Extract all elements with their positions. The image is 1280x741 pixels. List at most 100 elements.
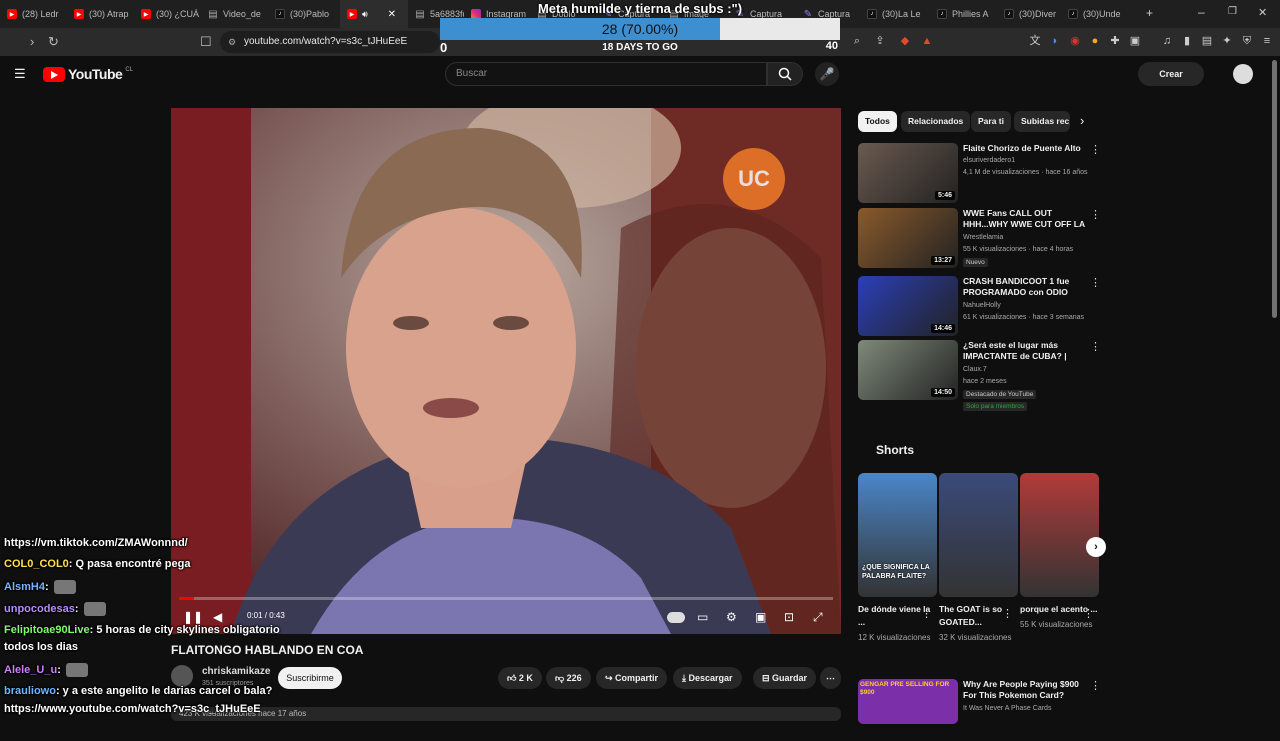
save-label: Guardar [772,673,808,683]
voice-search-button[interactable]: 🎤 [815,62,839,86]
close-tab-icon[interactable]: ✕ [388,9,396,20]
more-icon[interactable]: ⋮ [1090,276,1101,289]
more-icon[interactable]: ⋮ [1090,340,1101,353]
vpn-icon[interactable]: ⛨ [1240,34,1254,48]
share-button[interactable]: ↪ Compartir [596,667,668,689]
chat-emote-icon [65,663,88,677]
cast-icon[interactable]: ⊡ [784,610,794,624]
menu-icon[interactable]: ≡ [1260,34,1274,48]
video-meta: hace 2 meses [963,378,1007,385]
chat-text: : Q pasa encontré pega [68,558,191,570]
browser-tab[interactable]: ♪ Phillies A [930,0,997,28]
more-icon[interactable]: ⋮ [1090,208,1101,221]
browser-tab[interactable]: ▶ (30) ¿CUÁ [134,0,201,28]
video-title: Why Are People Paying $900 For This Poke… [963,679,1079,700]
chat-username: brauliowo [4,685,56,697]
download-button[interactable]: ⤓ Descargar [673,667,742,689]
browser-tab[interactable]: ▶ 🔊︎ ✕ [340,0,408,28]
autoplay-toggle[interactable] [667,612,685,623]
browser-tab[interactable]: ♪ (30)Pablo [268,0,340,28]
chat-message: COL0_COL0: Q pasa encontré pega [4,558,190,570]
short-card[interactable]: The GOAT is so GOATED... 32 K visualizaci… [939,473,1018,644]
browser-tab[interactable]: ♪ (30)La Le [860,0,930,28]
recommended-video[interactable]: 14:46 CRASH BANDICOOT 1 fue PROGRAMADO co… [858,276,1101,338]
short-thumbnail [1020,473,1099,597]
page-scrollbar[interactable] [1272,60,1277,318]
chat-message: brauliowo: y a este angelito le darias c… [4,685,272,697]
settings-icon[interactable]: ⚙ [726,610,737,624]
sidebar-icon[interactable]: ▮ [1180,34,1194,48]
more-icon[interactable]: ⋮ [921,607,932,620]
audio-extension-icon[interactable]: ◗ [1048,34,1062,48]
user-avatar[interactable] [1233,64,1253,84]
extension-icon[interactable]: ● [1088,34,1102,48]
save-button[interactable]: ⊟ Guardar [753,667,817,689]
chevron-right-icon[interactable]: › [1080,113,1084,128]
chip-subidas-recientes[interactable]: Subidas rec [1014,111,1070,132]
goal-progress-bar: 28 (70.00%) [440,18,840,40]
search-input[interactable]: Buscar [445,62,767,86]
recommended-video[interactable]: 14:50 ¿Será este el lugar más IMPACTANTE … [858,340,1101,411]
chat-username: COL0_COL0 [4,558,69,570]
like-button[interactable]: 👍︎ 2 K [498,667,542,689]
recommended-video[interactable]: 5:46 Flaite Chorizo de Puente Alto elsuriv… [858,143,1101,205]
short-card[interactable]: ¿QUE SIGNIFICA LA PALABRA FLAITE? De dónd… [858,473,937,644]
chip-relacionados[interactable]: Relacionados [901,111,971,132]
zoom-icon[interactable]: ⌕ [850,34,864,48]
miniplayer-icon[interactable]: ▣ [755,610,766,624]
subtitles-icon[interactable]: ▭ [697,610,708,624]
more-actions-button[interactable]: ⋯ [820,667,841,689]
music-icon[interactable]: ♫ [1160,34,1174,48]
site-info-icon[interactable]: ⚙ [228,31,236,53]
browser-tab[interactable]: ▶ (28) Ledr [0,0,67,28]
screenshot-icon[interactable]: ▣ [1128,34,1142,48]
browser-tab[interactable]: ♪ (30)Unde [1061,0,1131,28]
tab-label: Video_de [223,9,261,19]
reload-icon[interactable]: ↻ [48,34,59,50]
chat-username: unpocodesas [4,602,75,615]
new-tab-icon[interactable]: + [1146,6,1153,20]
goal-value: 28 (70.00%) [601,21,679,37]
recommended-video[interactable]: 13:27 WWE Fans CALL OUT HHH...WHY WWE CUT… [858,208,1101,270]
browser-tab[interactable]: ♪ (30)Diver [997,0,1061,28]
chip-todos[interactable]: Todos [858,111,897,132]
maximize-icon[interactable]: ❐ [1228,6,1237,17]
more-icon[interactable]: ⋮ [1090,143,1101,156]
more-icon[interactable]: ⋮ [1083,607,1094,620]
tab-label: (30) Atrap [89,9,129,19]
more-icon[interactable]: ⋮ [1002,607,1013,620]
url-field[interactable]: ⚙ youtube.com/watch?v=s3c_tJHuEeE [220,31,440,53]
wallet-icon[interactable]: ▤ [1200,34,1214,48]
speaker-icon[interactable]: 🔊︎ [362,9,368,20]
create-button[interactable]: Crear [1138,62,1204,86]
more-icon[interactable]: ⋮ [1090,679,1101,692]
browser-tab[interactable]: ▤ Video_de [201,0,268,28]
fullscreen-icon[interactable]: ⤢ [813,610,823,625]
bookmark-icon[interactable]: ☐ [200,34,212,50]
microphone-icon: 🎤 [819,67,835,81]
leo-icon[interactable]: ✦ [1220,34,1234,48]
video-title: CRASH BANDICOOT 1 fue PROGRAMADO con ODI… [963,276,1070,297]
search-button[interactable] [767,62,803,86]
chat-username: Alele_U_u [4,663,58,676]
minimize-icon[interactable]: – [1198,5,1205,19]
shorts-next-button[interactable]: › [1086,537,1106,557]
youtube-logo[interactable]: YouTube CL [43,66,133,82]
rewards-icon[interactable]: ▲ [920,34,934,48]
chat-message: https://vm.tiktok.com/ZMAWonnnd/ [4,537,188,549]
hamburger-menu-icon[interactable]: ☰ [14,66,26,82]
chip-para-ti[interactable]: Para ti [971,111,1011,132]
close-window-icon[interactable]: ✕ [1258,6,1267,19]
youtube-icon: ▶ [347,9,357,19]
browser-tab[interactable]: ▶ (30) Atrap [67,0,134,28]
extension-icon[interactable]: ◉ [1068,34,1082,48]
puzzle-icon[interactable]: ✚ [1108,34,1122,48]
recommended-video-bottom[interactable]: GENGAR PRE SELLING FOR $900 Why Are Peop… [858,679,1101,741]
tiktok-icon: ♪ [937,9,947,19]
share-icon[interactable]: ⇪ [873,34,887,48]
bookmark-save-icon: ⊟ [762,673,773,683]
dislike-button[interactable]: 👎︎ 226 [546,667,591,689]
translate-icon[interactable]: 文 [1028,34,1042,48]
brave-shield-icon[interactable]: ◆ [898,34,912,48]
forward-icon[interactable]: › [30,34,34,49]
